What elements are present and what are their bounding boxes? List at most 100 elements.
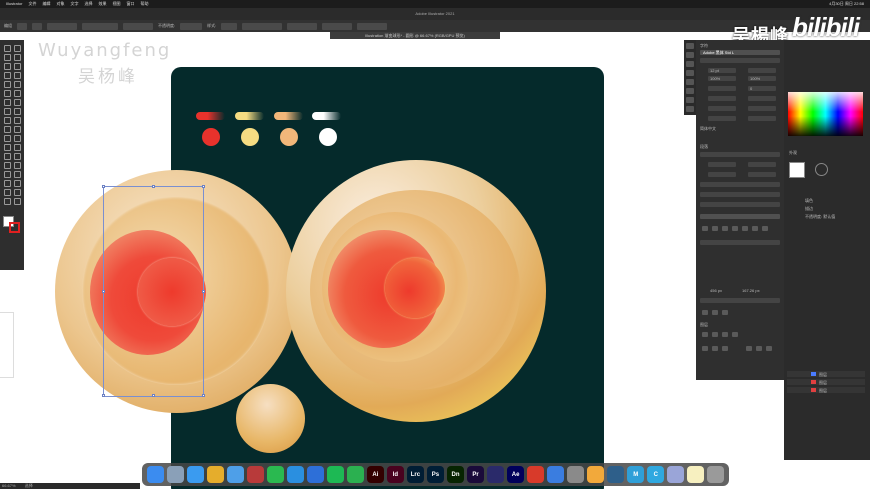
codeeditor-icon[interactable] xyxy=(346,466,364,483)
para-kinsoku-row[interactable] xyxy=(700,192,780,197)
dreamweaver-icon[interactable]: Dn xyxy=(446,466,464,483)
resize-handle[interactable] xyxy=(202,394,205,397)
lightroom-icon[interactable]: Lrc xyxy=(406,466,424,483)
perspective-grid-tool-icon[interactable] xyxy=(3,125,11,133)
selection-bounding-box[interactable] xyxy=(102,185,205,397)
preview-icon[interactable] xyxy=(667,466,685,483)
menu-help[interactable]: 帮助 xyxy=(140,0,148,8)
width-tool-icon[interactable] xyxy=(13,107,21,115)
properties-panel-icon[interactable] xyxy=(686,43,694,49)
reflect-h-icon[interactable] xyxy=(702,310,708,315)
pencil-tool-icon[interactable] xyxy=(13,89,21,97)
maxon-icon[interactable]: M xyxy=(627,466,645,483)
style-field[interactable] xyxy=(221,22,238,30)
resize-handle[interactable] xyxy=(102,394,105,397)
pathfinder-minus-icon[interactable] xyxy=(712,332,718,337)
stroke-swatch-control[interactable] xyxy=(32,22,42,30)
hide-icon[interactable] xyxy=(756,346,762,351)
document-tab[interactable]: Illustration 渐变球形* - 圆形 @ 66.67% (RGB/GP… xyxy=(330,32,500,39)
status-zoom[interactable]: 66.67% xyxy=(2,483,16,488)
brush-field[interactable] xyxy=(123,22,153,30)
aki-right-field[interactable] xyxy=(748,116,776,121)
color-dot[interactable] xyxy=(280,128,298,146)
rotate-icon[interactable] xyxy=(722,310,728,315)
gradient-pill[interactable] xyxy=(312,112,341,120)
menu-file[interactable]: 文件 xyxy=(28,0,36,8)
align-left-icon[interactable] xyxy=(702,226,708,231)
more-icon[interactable] xyxy=(766,346,772,351)
notes-icon[interactable] xyxy=(687,466,705,483)
pathfinder-intersect-icon[interactable] xyxy=(722,332,728,337)
free-transform-tool-icon[interactable] xyxy=(3,116,11,124)
menu-view[interactable]: 视图 xyxy=(112,0,120,8)
fill-swatch-control[interactable] xyxy=(17,22,27,30)
appearance-fill-swatch[interactable] xyxy=(789,162,805,178)
paintbrush-tool-icon[interactable] xyxy=(13,80,21,88)
media-icon[interactable] xyxy=(527,466,545,483)
mesh-tool-icon[interactable] xyxy=(13,125,21,133)
resize-handle[interactable] xyxy=(152,394,155,397)
eraser-tool-icon[interactable] xyxy=(3,98,11,106)
star-tool-icon[interactable] xyxy=(13,188,21,196)
aftereffects-icon[interactable]: Ae xyxy=(507,466,525,483)
spotify-icon[interactable] xyxy=(326,466,344,483)
zoom-tool-icon[interactable] xyxy=(3,170,11,178)
x-field[interactable] xyxy=(287,22,318,30)
color-spectrum[interactable] xyxy=(788,92,863,136)
scissors-tool-icon[interactable] xyxy=(3,188,11,196)
no-stroke-icon[interactable] xyxy=(815,163,828,176)
fill-stroke-widget[interactable] xyxy=(3,216,21,234)
selection-tool-icon[interactable] xyxy=(3,44,11,52)
settings-icon[interactable] xyxy=(567,466,585,483)
align-panel-icon[interactable] xyxy=(686,97,694,103)
indent-field[interactable] xyxy=(708,106,736,111)
align-bottom-icon[interactable] xyxy=(752,226,758,231)
opacity-field[interactable] xyxy=(180,22,203,30)
knife-tool-icon[interactable] xyxy=(13,179,21,187)
lasso-tool-icon[interactable] xyxy=(13,53,21,61)
pathfinder-panel-icon[interactable] xyxy=(686,106,694,112)
gradient-pill[interactable] xyxy=(274,112,303,120)
artboard-tool-icon[interactable] xyxy=(13,152,21,160)
qq-icon[interactable] xyxy=(286,466,304,483)
libraries-panel-icon[interactable] xyxy=(686,61,694,67)
illustrator-icon[interactable]: Ai xyxy=(366,466,384,483)
resize-handle[interactable] xyxy=(202,290,205,293)
group-icon[interactable] xyxy=(722,346,728,351)
para-align-row[interactable] xyxy=(700,152,780,157)
right-inner-circle[interactable] xyxy=(385,258,445,318)
align-controls[interactable] xyxy=(242,22,283,30)
reflect-v-icon[interactable] xyxy=(712,310,718,315)
menu-select[interactable]: 选择 xyxy=(84,0,92,8)
para-mojikumi-row[interactable] xyxy=(700,202,780,207)
safari-icon[interactable] xyxy=(186,466,204,483)
stroke-color-swatch[interactable] xyxy=(9,222,20,233)
resize-handle[interactable] xyxy=(152,185,155,188)
eyedropper-tool-icon[interactable] xyxy=(13,134,21,142)
indesign-icon[interactable]: Id xyxy=(386,466,404,483)
color-dot[interactable] xyxy=(202,128,220,146)
type-tool-icon[interactable] xyxy=(3,71,11,79)
resize-handle[interactable] xyxy=(202,185,205,188)
finder-icon[interactable] xyxy=(146,466,164,483)
kerning-field[interactable] xyxy=(708,86,736,91)
launchpad-icon[interactable] xyxy=(166,466,184,483)
dimension-row[interactable] xyxy=(700,298,780,303)
para-space-before[interactable] xyxy=(748,172,776,177)
baseline-field[interactable] xyxy=(708,96,736,101)
small-bottom-circle[interactable] xyxy=(236,384,305,453)
shape-builder-tool-icon[interactable] xyxy=(13,116,21,124)
premiere-icon[interactable]: Pr xyxy=(467,466,485,483)
menu-window[interactable]: 窗口 xyxy=(126,0,134,8)
para-spacing-row[interactable] xyxy=(700,182,780,187)
vpn-icon[interactable] xyxy=(306,466,324,483)
y-field[interactable] xyxy=(322,22,353,30)
menu-edit[interactable]: 编辑 xyxy=(42,0,50,8)
blend-tool-icon[interactable] xyxy=(3,143,11,151)
align-top-icon[interactable] xyxy=(732,226,738,231)
sketch-icon[interactable] xyxy=(587,466,605,483)
para-first-indent[interactable] xyxy=(708,172,736,177)
distribute-icon[interactable] xyxy=(762,226,768,231)
rectangle-tool-icon[interactable] xyxy=(3,80,11,88)
symbols-panel-icon[interactable] xyxy=(686,88,694,94)
